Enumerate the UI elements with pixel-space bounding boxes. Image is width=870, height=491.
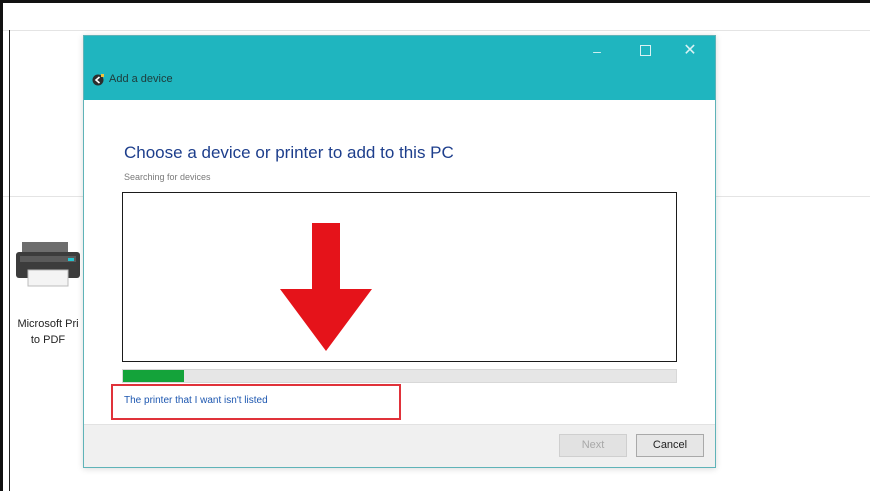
add-device-dialog: – ✕ Add a device Choose a device or prin… — [83, 35, 716, 468]
close-button[interactable]: ✕ — [675, 40, 705, 62]
dialog-footer: Next Cancel — [84, 424, 715, 467]
next-button[interactable]: Next — [559, 434, 627, 457]
search-status: Searching for devices — [124, 172, 211, 182]
back-arrow-icon[interactable] — [92, 74, 104, 86]
search-progress-bar — [122, 369, 677, 383]
printer-icon[interactable] — [12, 236, 84, 290]
maximize-icon — [639, 45, 651, 56]
dialog-title: Add a device — [109, 73, 173, 85]
cancel-button[interactable]: Cancel — [636, 434, 704, 457]
minimize-button[interactable]: – — [582, 40, 612, 62]
page-title: Choose a device or printer to add to thi… — [124, 143, 454, 162]
annotation-down-arrow-icon — [280, 223, 372, 351]
printer-not-listed-link[interactable]: The printer that I want isn't listed — [124, 395, 268, 406]
desktop-printer-label[interactable]: Microsoft Pri to PDF — [12, 316, 84, 348]
search-progress-fill — [123, 370, 184, 382]
maximize-button[interactable] — [630, 40, 660, 62]
background-divider-top — [3, 30, 870, 31]
background-left-border — [9, 30, 10, 491]
device-list[interactable] — [122, 192, 677, 362]
dialog-titlebar[interactable]: – ✕ Add a device — [84, 36, 715, 100]
